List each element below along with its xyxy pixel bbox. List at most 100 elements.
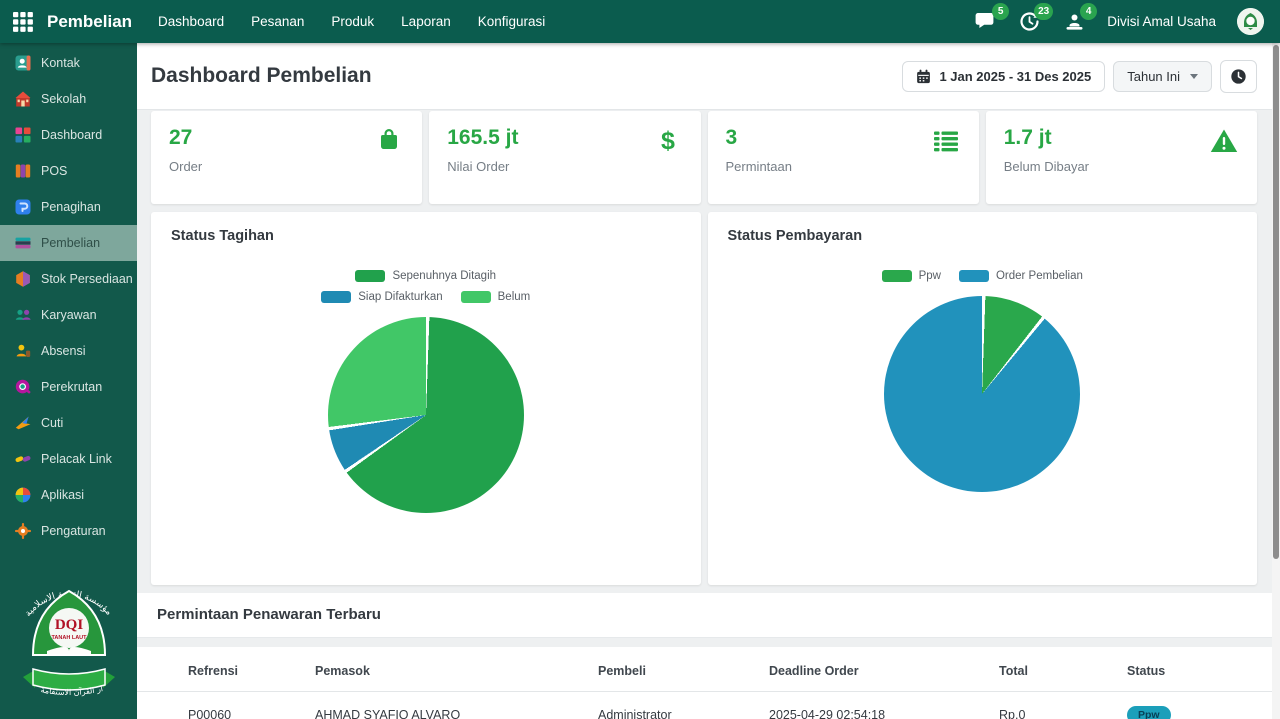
status-pembayaran-legend: Ppw Order Pembelian	[852, 270, 1112, 282]
history-clock-button[interactable]	[1220, 60, 1257, 93]
sidebar-item-label: Absensi	[41, 344, 85, 358]
pelacak-link-icon	[14, 450, 32, 468]
legend-swatch	[959, 270, 989, 282]
scrollbar-thumb[interactable]	[1273, 45, 1279, 559]
charts-row: Status Tagihan Sepenuhnya Ditagih Siap D…	[137, 204, 1280, 585]
warning-triangle-icon	[1209, 126, 1239, 156]
sidebar-item-dashboard[interactable]: Dashboard	[0, 117, 137, 153]
nav-item-konfigurasi[interactable]: Konfigurasi	[478, 14, 546, 29]
sidebar-item-absensi[interactable]: Absensi	[0, 333, 137, 369]
sidebar-item-label: Perekrutan	[41, 380, 102, 394]
kpi-value: 165.5 jt	[447, 126, 682, 150]
column-header-deadline: Deadline Order	[769, 651, 999, 692]
legend-swatch	[882, 270, 912, 282]
table-row[interactable]: P00060 AHMAD SYAFIQ ALVARO Administrator…	[137, 692, 1280, 719]
column-header-total: Total	[999, 651, 1127, 692]
kpi-label: Nilai Order	[447, 159, 682, 174]
page-title: Dashboard Pembelian	[151, 64, 372, 88]
kontak-icon	[14, 54, 32, 72]
main-content: Dashboard Pembelian 1 Jan 2025 - 31 Des …	[137, 43, 1280, 719]
recent-rfq-title: Permintaan Penawaran Terbaru	[157, 606, 1260, 623]
sidebar-item-label: Pengaturan	[41, 524, 106, 538]
sidebar-item-cuti[interactable]: Cuti	[0, 405, 137, 441]
sidebar-item-label: Dashboard	[41, 128, 102, 142]
sidebar-item-sekolah[interactable]: Sekolah	[0, 81, 137, 117]
legend-item[interactable]: Sepenuhnya Ditagih	[355, 270, 496, 282]
column-header-status: Status	[1127, 651, 1280, 692]
sidebar-item-pembelian[interactable]: Pembelian	[0, 225, 137, 261]
aplikasi-icon	[14, 486, 32, 504]
legend-item[interactable]: Siap Difakturkan	[321, 291, 442, 303]
navbar-left: Pembelian Dashboard Pesanan Produk Lapor…	[12, 11, 545, 33]
sidebar-item-label: Karyawan	[41, 308, 97, 322]
status-pembayaran-pie	[884, 296, 1080, 492]
kpi-row: 27 Order 165.5 jt Nilai Order $ 3 Permin…	[137, 110, 1280, 204]
column-header-pemasok: Pemasok	[315, 651, 598, 692]
kpi-card-nilai-order[interactable]: 165.5 jt Nilai Order $	[429, 111, 700, 204]
sidebar-item-label: Cuti	[41, 416, 63, 430]
sidebar-item-perekrutan[interactable]: Perekrutan	[0, 369, 137, 405]
app-title[interactable]: Pembelian	[47, 12, 132, 32]
kpi-card-order[interactable]: 27 Order	[151, 111, 422, 204]
nav-item-pesanan[interactable]: Pesanan	[251, 14, 304, 29]
recent-rfq-table-container: Refrensi Pemasok Pembeli Deadline Order …	[137, 647, 1280, 719]
sidebar-item-penagihan[interactable]: Penagihan	[0, 189, 137, 225]
logo-monogram: DQI	[54, 617, 83, 633]
nav-item-laporan[interactable]: Laporan	[401, 14, 451, 29]
pos-icon	[14, 162, 32, 180]
nav-item-produk[interactable]: Produk	[331, 14, 374, 29]
sidebar-item-pos[interactable]: POS	[0, 153, 137, 189]
date-range-button[interactable]: 1 Jan 2025 - 31 Des 2025	[902, 61, 1105, 92]
penagihan-icon	[14, 198, 32, 216]
messages-button[interactable]: 5	[975, 11, 998, 32]
sidebar-item-pelacak-link[interactable]: Pelacak Link	[0, 441, 137, 477]
date-range-label: 1 Jan 2025 - 31 Des 2025	[939, 69, 1091, 84]
sidebar-item-label: Sekolah	[41, 92, 86, 106]
apps-grid-icon[interactable]	[12, 11, 34, 33]
sidebar-item-label: Kontak	[41, 56, 80, 70]
activities-button[interactable]: 23	[1019, 11, 1042, 32]
nav-item-dashboard[interactable]: Dashboard	[158, 14, 224, 29]
kpi-value: 27	[169, 126, 404, 150]
sidebar-item-stok-persediaan[interactable]: Stok Persediaan	[0, 261, 137, 297]
legend-swatch	[355, 270, 385, 282]
navbar-right: 5 23 4 Divisi Amal Usaha	[975, 8, 1264, 35]
status-tagihan-legend: Sepenuhnya Ditagih Siap Difakturkan Belu…	[296, 270, 556, 303]
top-navbar: Pembelian Dashboard Pesanan Produk Lapor…	[0, 0, 1280, 43]
sidebar-item-label: Aplikasi	[41, 488, 84, 502]
kpi-card-permintaan[interactable]: 3 Permintaan	[708, 111, 979, 204]
dashboard-icon	[14, 126, 32, 144]
clock-icon	[1230, 68, 1247, 85]
calendar-icon	[916, 69, 931, 84]
perekrutan-icon	[14, 378, 32, 396]
shopping-bag-icon	[374, 126, 404, 156]
company-switcher[interactable]: Divisi Amal Usaha	[1107, 14, 1216, 29]
chart-title: Status Tagihan	[171, 228, 681, 244]
chart-title: Status Pembayaran	[728, 228, 1238, 244]
legend-swatch	[321, 291, 351, 303]
kpi-label: Permintaan	[726, 159, 961, 174]
navbar-menu: Dashboard Pesanan Produk Laporan Konfigu…	[158, 14, 545, 29]
sidebar: Kontak Sekolah Dashboard POS Penagihan P…	[0, 43, 137, 719]
period-dropdown[interactable]: Tahun Ini	[1113, 61, 1212, 92]
table-header-row: Refrensi Pemasok Pembeli Deadline Order …	[137, 651, 1280, 692]
legend-label: Siap Difakturkan	[358, 291, 442, 303]
sidebar-item-pengaturan[interactable]: Pengaturan	[0, 513, 137, 549]
inbox-button[interactable]: 4	[1063, 11, 1086, 32]
legend-item[interactable]: Ppw	[882, 270, 941, 282]
activities-badge: 23	[1034, 3, 1053, 20]
recent-rfq-table: Refrensi Pemasok Pembeli Deadline Order …	[137, 651, 1280, 719]
legend-item[interactable]: Belum	[461, 291, 531, 303]
legend-item[interactable]: Order Pembelian	[959, 270, 1083, 282]
sidebar-item-aplikasi[interactable]: Aplikasi	[0, 477, 137, 513]
messages-badge: 5	[992, 3, 1009, 20]
sidebar-item-karyawan[interactable]: Karyawan	[0, 297, 137, 333]
kpi-card-belum-dibayar[interactable]: 1.7 jt Belum Dibayar	[986, 111, 1257, 204]
inbox-badge: 4	[1080, 3, 1097, 20]
sidebar-item-label: Penagihan	[41, 200, 101, 214]
cell-total: Rp.0	[999, 692, 1127, 719]
avatar[interactable]	[1237, 8, 1264, 35]
sidebar-item-label: Pelacak Link	[41, 452, 112, 466]
sidebar-item-kontak[interactable]: Kontak	[0, 45, 137, 81]
dollar-icon: $	[653, 126, 683, 156]
